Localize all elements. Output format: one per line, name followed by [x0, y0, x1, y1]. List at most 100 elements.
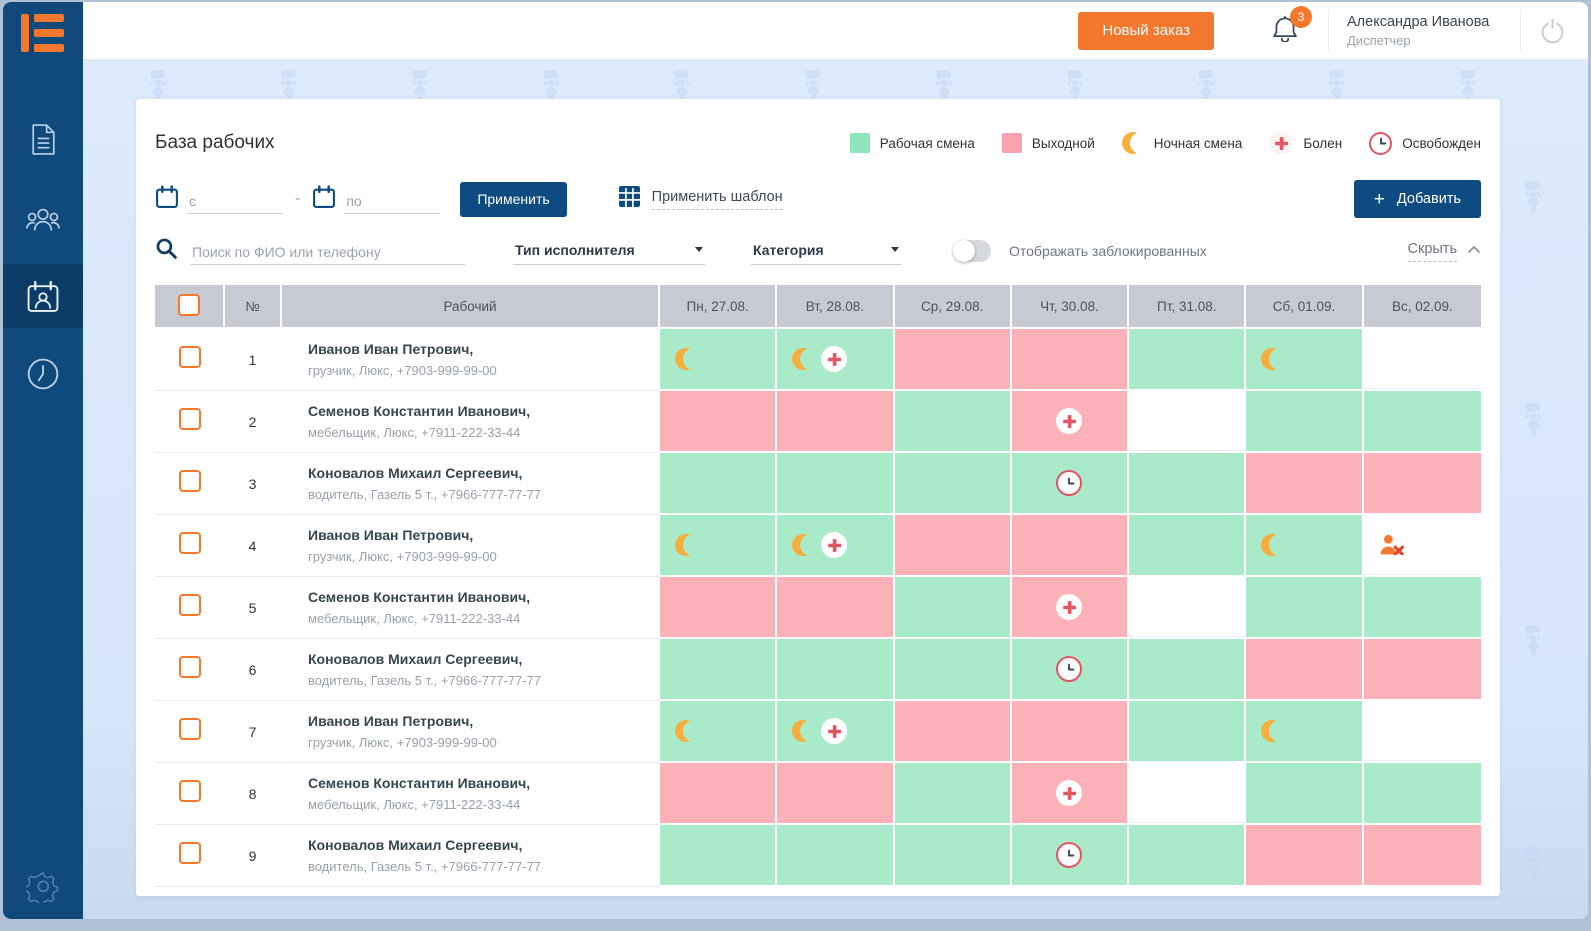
worker-cell[interactable]: Семенов Константин Иванович,мебельщик, Л…: [282, 391, 660, 453]
worker-cell[interactable]: Коновалов Михаил Сергеевич,водитель, Газ…: [282, 825, 660, 887]
row-checkbox[interactable]: [179, 532, 201, 554]
schedule-cell[interactable]: [1129, 577, 1246, 639]
worker-cell[interactable]: Коновалов Михаил Сергеевич,водитель, Газ…: [282, 453, 660, 515]
schedule-cell[interactable]: [1246, 701, 1363, 763]
row-checkbox[interactable]: [179, 656, 201, 678]
schedule-cell[interactable]: [777, 515, 894, 577]
schedule-cell[interactable]: [777, 701, 894, 763]
apply-button[interactable]: Применить: [460, 182, 566, 217]
schedule-cell[interactable]: [1012, 391, 1129, 453]
row-checkbox[interactable]: [179, 470, 201, 492]
schedule-cell[interactable]: [895, 763, 1012, 825]
user-menu[interactable]: Александра Иванова Диспетчер: [1347, 14, 1502, 48]
schedule-cell[interactable]: [1364, 639, 1481, 701]
schedule-cell[interactable]: [1129, 639, 1246, 701]
schedule-cell[interactable]: [1012, 453, 1129, 515]
schedule-cell[interactable]: [1364, 763, 1481, 825]
schedule-cell[interactable]: [777, 639, 894, 701]
schedule-cell[interactable]: [895, 515, 1012, 577]
apply-template-link[interactable]: Применить шаблон: [619, 186, 783, 212]
schedule-cell[interactable]: [777, 763, 894, 825]
schedule-cell[interactable]: [777, 391, 894, 453]
schedule-cell[interactable]: [1246, 825, 1363, 887]
search-input[interactable]: [190, 240, 465, 265]
schedule-cell[interactable]: [1012, 763, 1129, 825]
worker-cell[interactable]: Семенов Константин Иванович,мебельщик, Л…: [282, 577, 660, 639]
worker-cell[interactable]: Семенов Константин Иванович,мебельщик, Л…: [282, 763, 660, 825]
schedule-cell[interactable]: [660, 515, 777, 577]
schedule-cell[interactable]: [895, 639, 1012, 701]
schedule-cell[interactable]: [1246, 763, 1363, 825]
schedule-cell[interactable]: [895, 825, 1012, 887]
schedule-cell[interactable]: [895, 329, 1012, 391]
add-worker-button[interactable]: + Добавить: [1354, 180, 1481, 218]
schedule-cell[interactable]: [1129, 515, 1246, 577]
row-checkbox[interactable]: [179, 718, 201, 740]
schedule-cell[interactable]: [1129, 825, 1246, 887]
schedule-cell[interactable]: [1129, 329, 1246, 391]
schedule-cell[interactable]: [660, 639, 777, 701]
hide-filters-link[interactable]: Скрыть: [1408, 241, 1482, 262]
schedule-cell[interactable]: [1012, 825, 1129, 887]
schedule-cell[interactable]: [1364, 825, 1481, 887]
schedule-cell[interactable]: [895, 391, 1012, 453]
schedule-cell[interactable]: [660, 825, 777, 887]
row-checkbox[interactable]: [179, 408, 201, 430]
schedule-cell[interactable]: [1246, 329, 1363, 391]
schedule-cell[interactable]: [1364, 391, 1481, 453]
schedule-cell[interactable]: [1364, 577, 1481, 639]
schedule-cell[interactable]: [777, 329, 894, 391]
worker-cell[interactable]: Коновалов Михаил Сергеевич,водитель, Газ…: [282, 639, 660, 701]
row-checkbox[interactable]: [179, 346, 201, 368]
sidebar-item-settings[interactable]: [3, 869, 83, 903]
row-checkbox[interactable]: [179, 842, 201, 864]
schedule-cell[interactable]: [1012, 639, 1129, 701]
schedule-cell[interactable]: [1012, 515, 1129, 577]
schedule-cell[interactable]: [1246, 391, 1363, 453]
schedule-cell[interactable]: [1246, 453, 1363, 515]
schedule-cell[interactable]: [895, 577, 1012, 639]
worker-cell[interactable]: Иванов Иван Петрович,грузчик, Люкс, +790…: [282, 329, 660, 391]
date-to-input[interactable]: [344, 189, 440, 214]
schedule-cell[interactable]: [1012, 329, 1129, 391]
schedule-cell[interactable]: [1364, 515, 1481, 577]
schedule-cell[interactable]: [660, 763, 777, 825]
select-all-checkbox[interactable]: [178, 294, 200, 316]
schedule-cell[interactable]: [660, 701, 777, 763]
schedule-cell[interactable]: [895, 701, 1012, 763]
schedule-cell[interactable]: [777, 453, 894, 515]
schedule-cell[interactable]: [660, 391, 777, 453]
notifications-bell[interactable]: 3: [1270, 14, 1300, 47]
sidebar-item-history[interactable]: [3, 342, 83, 406]
app-logo[interactable]: [21, 14, 65, 52]
schedule-cell[interactable]: [1012, 577, 1129, 639]
schedule-cell[interactable]: [660, 329, 777, 391]
schedule-cell[interactable]: [1364, 453, 1481, 515]
row-checkbox[interactable]: [179, 780, 201, 802]
schedule-cell[interactable]: [1129, 453, 1246, 515]
show-blocked-toggle[interactable]: [953, 240, 991, 262]
schedule-cell[interactable]: [1246, 639, 1363, 701]
sidebar-item-orders[interactable]: [3, 108, 83, 172]
schedule-cell[interactable]: [1246, 577, 1363, 639]
logout-power-button[interactable]: [1539, 17, 1566, 44]
executor-type-select[interactable]: Тип исполнителя: [513, 238, 705, 265]
schedule-cell[interactable]: [1129, 763, 1246, 825]
sidebar-item-team[interactable]: [3, 186, 83, 250]
new-order-button[interactable]: Новый заказ: [1078, 12, 1214, 50]
schedule-cell[interactable]: [777, 577, 894, 639]
schedule-cell[interactable]: [1012, 701, 1129, 763]
worker-cell[interactable]: Иванов Иван Петрович,грузчик, Люкс, +790…: [282, 515, 660, 577]
schedule-cell[interactable]: [660, 453, 777, 515]
schedule-cell[interactable]: [1364, 329, 1481, 391]
schedule-cell[interactable]: [660, 577, 777, 639]
schedule-cell[interactable]: [895, 453, 1012, 515]
category-select[interactable]: Категория: [751, 238, 901, 265]
worker-cell[interactable]: Иванов Иван Петрович,грузчик, Люкс, +790…: [282, 701, 660, 763]
schedule-cell[interactable]: [1129, 701, 1246, 763]
schedule-cell[interactable]: [777, 825, 894, 887]
date-from-input[interactable]: [187, 189, 283, 214]
schedule-cell[interactable]: [1129, 391, 1246, 453]
schedule-cell[interactable]: [1246, 515, 1363, 577]
schedule-cell[interactable]: [1364, 701, 1481, 763]
